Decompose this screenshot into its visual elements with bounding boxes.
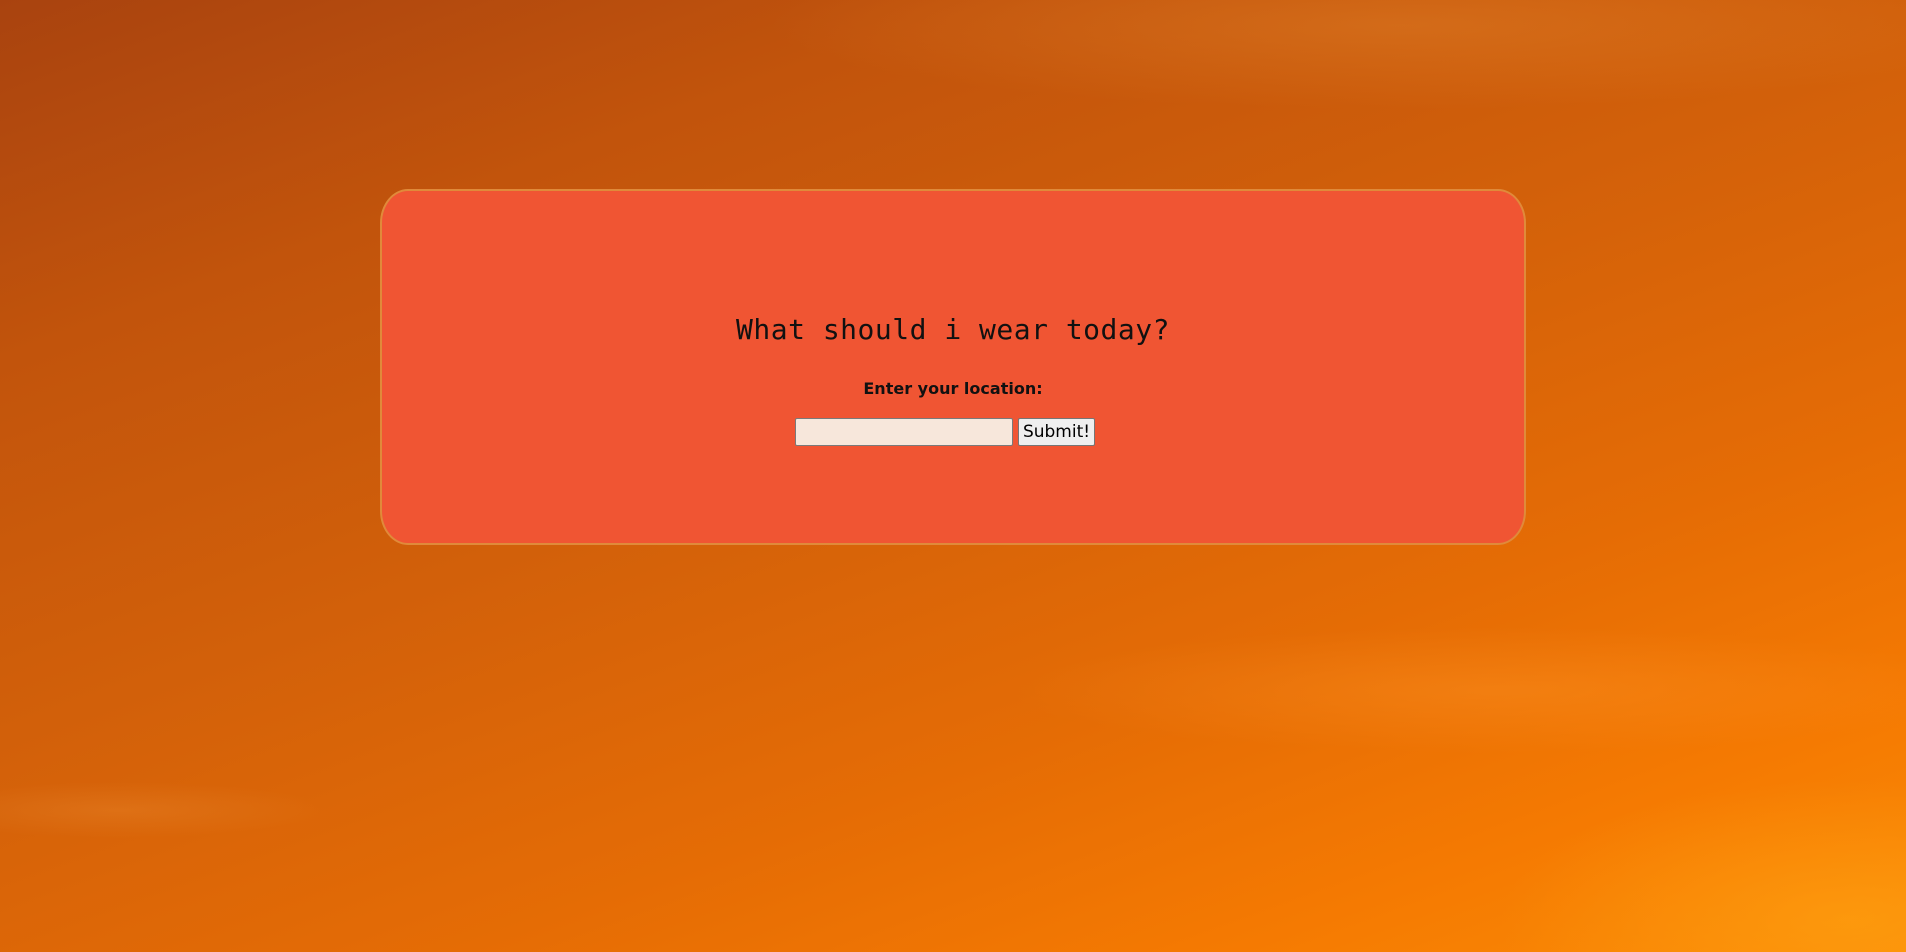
submit-button[interactable]: Submit! [1017, 418, 1096, 446]
page-background: { "main": { "title": "What should i wear… [0, 0, 1906, 952]
page-title: What should i wear today? [736, 313, 1170, 346]
main-card: What should i wear today? Enter your loc… [380, 189, 1526, 545]
location-label: Enter your location: [863, 379, 1043, 398]
location-form: Submit! [382, 418, 1524, 446]
location-input[interactable] [794, 418, 1013, 446]
